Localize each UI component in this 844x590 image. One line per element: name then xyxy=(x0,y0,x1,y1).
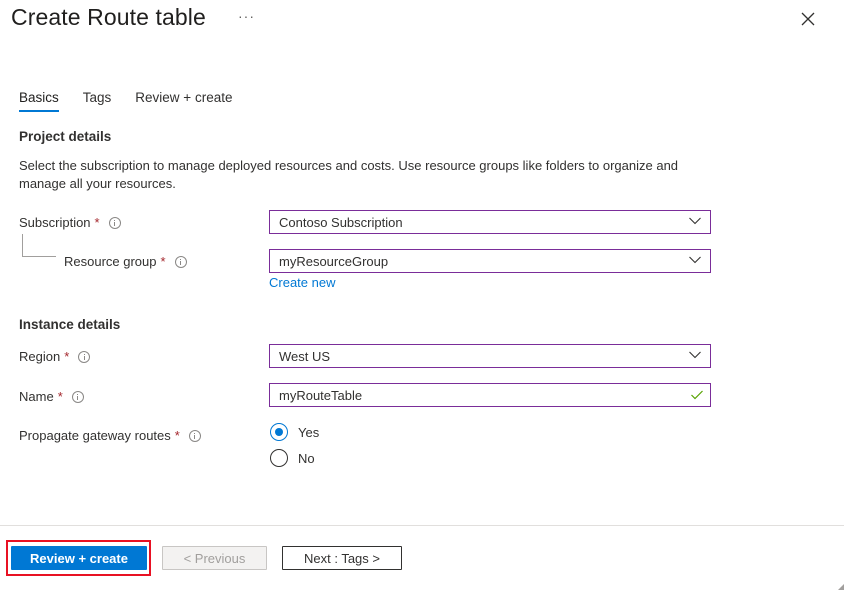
instance-details-heading: Instance details xyxy=(19,317,121,332)
create-new-link[interactable]: Create new xyxy=(269,275,335,290)
close-icon[interactable] xyxy=(800,11,816,27)
radio-selected-icon xyxy=(270,423,288,441)
resource-group-value: myResourceGroup xyxy=(279,253,389,269)
info-icon[interactable] xyxy=(71,390,84,403)
region-label-text: Region xyxy=(19,349,61,364)
region-dropdown[interactable]: West US xyxy=(269,344,711,368)
chevron-down-icon xyxy=(689,217,701,225)
radio-no[interactable]: No xyxy=(270,449,315,467)
name-input[interactable]: myRouteTable xyxy=(269,383,711,407)
info-icon[interactable] xyxy=(108,216,121,229)
name-label: Name * xyxy=(19,389,84,404)
subscription-value: Contoso Subscription xyxy=(279,214,403,230)
subscription-label-text: Subscription xyxy=(19,215,91,230)
page-title: Create Route table xyxy=(11,4,206,30)
resource-group-label-text: Resource group xyxy=(64,254,157,269)
info-icon[interactable] xyxy=(188,429,201,442)
chevron-down-icon xyxy=(689,351,701,359)
radio-no-label: No xyxy=(298,450,315,466)
checkmark-icon xyxy=(691,390,703,400)
propagate-gateway-routes-label: Propagate gateway routes * xyxy=(19,428,201,443)
region-value: West US xyxy=(279,348,331,364)
tab-review-create[interactable]: Review + create xyxy=(135,90,232,112)
project-details-description: Select the subscription to manage deploy… xyxy=(19,158,679,191)
tree-connector xyxy=(22,234,56,257)
tab-bar: Basics Tags Review + create xyxy=(19,90,256,112)
propagate-label-text: Propagate gateway routes xyxy=(19,428,171,443)
chevron-down-icon xyxy=(689,256,701,264)
info-icon[interactable] xyxy=(174,255,187,268)
required-marker: * xyxy=(160,254,166,269)
tab-basics[interactable]: Basics xyxy=(19,90,59,112)
name-value: myRouteTable xyxy=(279,387,363,403)
previous-button[interactable]: < Previous xyxy=(162,546,267,570)
required-marker: * xyxy=(94,215,100,230)
resource-group-label: Resource group * xyxy=(64,254,187,269)
required-marker: * xyxy=(57,389,63,404)
more-options-button[interactable]: ··· xyxy=(238,8,255,24)
resource-group-dropdown[interactable]: myResourceGroup xyxy=(269,249,711,273)
radio-yes-label: Yes xyxy=(298,424,320,440)
resize-grip-icon[interactable] xyxy=(838,584,844,590)
radio-yes[interactable]: Yes xyxy=(270,423,319,441)
radio-unselected-icon xyxy=(270,449,288,467)
required-marker: * xyxy=(64,349,70,364)
subscription-label: Subscription * xyxy=(19,215,121,230)
footer-divider xyxy=(0,525,844,526)
tab-tags[interactable]: Tags xyxy=(83,90,112,112)
review-create-button[interactable]: Review + create xyxy=(11,546,147,570)
required-marker: * xyxy=(174,428,180,443)
next-tags-button[interactable]: Next : Tags > xyxy=(282,546,402,570)
name-label-text: Name xyxy=(19,389,54,404)
project-details-heading: Project details xyxy=(19,129,112,144)
info-icon[interactable] xyxy=(78,350,91,363)
region-label: Region * xyxy=(19,349,91,364)
subscription-dropdown[interactable]: Contoso Subscription xyxy=(269,210,711,234)
